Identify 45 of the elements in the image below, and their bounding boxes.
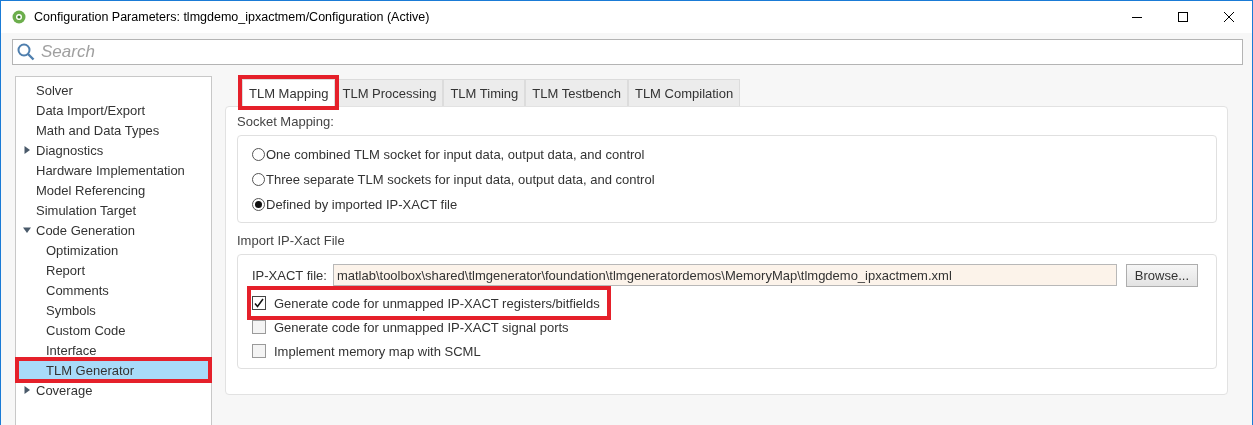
checkbox-label: Generate code for unmapped IP-XACT registers/bitfields [274, 295, 600, 311]
tree-item[interactable]: Report [18, 260, 209, 280]
tree-item[interactable]: Diagnostics [18, 140, 209, 160]
maximize-icon[interactable] [1177, 11, 1189, 23]
expanded-arrow-icon[interactable] [23, 226, 31, 234]
tree-item[interactable]: Simulation Target [18, 200, 209, 220]
browse-button[interactable]: Browse... [1125, 263, 1198, 287]
search-icon [17, 43, 35, 61]
radio-button[interactable] [252, 148, 265, 161]
tree-item[interactable]: Coverage [18, 380, 209, 400]
close-icon[interactable] [1223, 11, 1235, 23]
field-label: IP-XACT file: [252, 267, 327, 283]
radio-button[interactable] [252, 173, 265, 186]
radio-label: Defined by imported IP-XACT file [266, 197, 458, 212]
tree-item[interactable]: Data Import/Export [18, 100, 209, 120]
radio-label: Three separate TLM sockets for input data, output data, and control [266, 172, 655, 187]
tab[interactable]: TLM Compilation [627, 79, 741, 106]
app-icon [12, 10, 26, 24]
tree-item[interactable]: Hardware Implementation [18, 160, 209, 180]
tree-item[interactable]: Optimization [18, 240, 209, 260]
group-label: Import IP-Xact File [237, 233, 346, 248]
collapsed-arrow-icon[interactable] [23, 146, 31, 154]
checkbox[interactable] [252, 296, 266, 310]
search-field[interactable]: Search [12, 39, 1243, 65]
tree-item[interactable]: TLM Generator [18, 360, 209, 380]
checkbox-label: Generate code for unmapped IP-XACT signal ports [274, 319, 569, 335]
checkbox-label: Implement memory map with SCML [274, 343, 481, 359]
tree-item[interactable]: Symbols [18, 300, 209, 320]
collapsed-arrow-icon[interactable] [23, 386, 31, 394]
tree-item[interactable]: Model Referencing [18, 180, 209, 200]
checkbox[interactable] [252, 320, 266, 334]
checkbox[interactable] [252, 344, 266, 358]
radio-button[interactable] [252, 198, 265, 211]
tree-item[interactable]: Interface [18, 340, 209, 360]
window-title: Configuration Parameters: tlmgdemo_ipxactmem/Configuration (Active) [34, 10, 431, 24]
tree-item[interactable]: Custom Code [18, 320, 209, 340]
tree-item[interactable]: Code Generation [18, 220, 209, 240]
tab[interactable]: TLM Testbench [525, 79, 628, 106]
file-path-field[interactable]: matlab\toolbox\shared\tlmgenerator\foundation\tlmgeneratordemos\MemoryMap\tlmgdemo_ipxactmem.xml [332, 264, 1117, 286]
tree-item[interactable]: Solver [18, 80, 209, 100]
group-label: Socket Mapping: [237, 114, 335, 129]
radio-label: One combined TLM socket for input data, output data, and control [266, 147, 645, 162]
tree-item[interactable]: Comments [18, 280, 209, 300]
tree-item[interactable]: Math and Data Types [18, 120, 209, 140]
tab[interactable]: TLM Timing [443, 79, 526, 106]
